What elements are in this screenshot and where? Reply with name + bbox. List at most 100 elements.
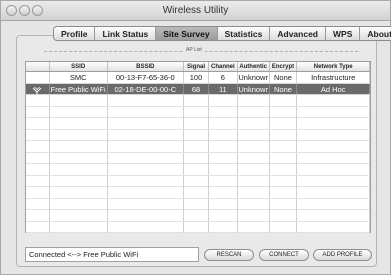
empty-cell: [26, 129, 50, 141]
bssid-cell: 00-13-F7-65-36-0: [108, 72, 185, 83]
tab-statistics[interactable]: Statistics: [218, 27, 271, 40]
ap-list-table[interactable]: SSID BSSID Signal Channel Authentic Encr…: [25, 61, 371, 233]
connection-status-field: Connected <--> Free Public WiFi: [25, 247, 199, 262]
ap-list-label: AP List: [183, 47, 205, 53]
empty-cell: [26, 175, 50, 187]
row-icon-cell: [26, 83, 50, 94]
empty-row: [26, 106, 370, 118]
tab-advanced[interactable]: Advanced: [270, 27, 326, 40]
empty-cell: [26, 118, 50, 129]
adhoc-icon: [33, 86, 42, 94]
table-row-selected[interactable]: Free Public WiFi 02-18-DE-00-00-C 68 11 …: [26, 83, 370, 95]
authentic-cell: Unknowr: [238, 72, 270, 83]
empty-cell: [50, 129, 108, 141]
empty-cell: [209, 129, 238, 141]
signal-cell: 68: [184, 83, 209, 94]
empty-cell: [238, 152, 270, 164]
empty-cell: [50, 164, 108, 175]
empty-cell: [184, 175, 209, 187]
empty-cell: [184, 118, 209, 129]
empty-cell: [270, 221, 298, 233]
empty-cell: [184, 198, 209, 210]
tab-profile[interactable]: Profile: [54, 27, 96, 40]
empty-cell: [50, 106, 108, 118]
empty-cell: [26, 141, 50, 152]
connect-button[interactable]: CONNECT: [259, 249, 309, 261]
table-header: SSID BSSID Signal Channel Authentic Encr…: [26, 62, 370, 72]
empty-cell: [50, 152, 108, 164]
encrypt-cell: None: [270, 72, 298, 83]
tab-site-survey[interactable]: Site Survey: [156, 27, 218, 40]
empty-cell: [270, 141, 298, 152]
empty-cell: [184, 141, 209, 152]
column-header-channel[interactable]: Channel: [209, 62, 238, 71]
empty-cell: [238, 175, 270, 187]
row-icon-cell: [26, 72, 50, 83]
add-profile-button[interactable]: ADD PROFILE: [313, 249, 372, 261]
empty-cell: [26, 221, 50, 233]
empty-cell: [50, 175, 108, 187]
empty-cell: [238, 198, 270, 210]
channel-cell: 6: [209, 72, 238, 83]
window-title: Wireless Utility: [162, 5, 229, 16]
empty-cell: [184, 129, 209, 141]
empty-cell: [108, 129, 185, 141]
table-row[interactable]: SMC 00-13-F7-65-36-0 100 6 Unknowr None …: [26, 72, 370, 84]
empty-cell: [184, 106, 209, 118]
empty-cell: [50, 187, 108, 198]
column-header-network-type[interactable]: Network Type: [297, 62, 370, 71]
tab-wps[interactable]: WPS: [326, 27, 361, 40]
empty-cell: [184, 95, 209, 106]
empty-row: [26, 210, 370, 222]
channel-cell: 11: [209, 83, 238, 94]
empty-cell: [209, 152, 238, 164]
empty-cell: [270, 95, 298, 106]
empty-cell: [238, 106, 270, 118]
empty-cell: [184, 187, 209, 198]
empty-cell: [270, 152, 298, 164]
empty-cell: [184, 210, 209, 221]
ssid-cell: Free Public WiFi: [50, 83, 108, 94]
tab-link-status[interactable]: Link Status: [95, 27, 157, 40]
column-header-bssid[interactable]: BSSID: [108, 62, 185, 71]
empty-cell: [209, 175, 238, 187]
network-type-cell: Ad Hoc: [297, 83, 370, 94]
tab-about[interactable]: About: [360, 27, 391, 40]
empty-cell: [26, 164, 50, 175]
empty-cell: [270, 187, 298, 198]
empty-cell: [297, 198, 370, 210]
empty-cell: [26, 106, 50, 118]
column-header-encrypt[interactable]: Encrypt: [270, 62, 298, 71]
empty-cell: [297, 164, 370, 175]
empty-cell: [297, 106, 370, 118]
empty-cell: [108, 152, 185, 164]
column-header-signal[interactable]: Signal: [184, 62, 209, 71]
empty-cell: [26, 210, 50, 221]
empty-cell: [184, 164, 209, 175]
column-header-ssid[interactable]: SSID: [50, 62, 108, 71]
empty-cell: [297, 187, 370, 198]
empty-cell: [26, 152, 50, 164]
rescan-button[interactable]: RESCAN: [204, 249, 254, 261]
empty-cell: [270, 106, 298, 118]
empty-cell: [297, 175, 370, 187]
empty-cell: [270, 175, 298, 187]
empty-row: [26, 118, 370, 130]
empty-cell: [270, 129, 298, 141]
empty-cell: [270, 198, 298, 210]
empty-cell: [238, 210, 270, 221]
empty-cell: [297, 221, 370, 233]
empty-cell: [26, 198, 50, 210]
empty-cell: [297, 129, 370, 141]
empty-cell: [50, 118, 108, 129]
empty-cell: [108, 210, 185, 221]
empty-cell: [108, 118, 185, 129]
column-header-authentic[interactable]: Authentic: [238, 62, 270, 71]
empty-row: [26, 95, 370, 107]
empty-cell: [238, 221, 270, 233]
empty-cell: [270, 118, 298, 129]
empty-row: [26, 221, 370, 233]
column-header-icon[interactable]: [26, 62, 50, 71]
network-type-cell: Infrastructure: [297, 72, 370, 83]
empty-cell: [108, 106, 185, 118]
